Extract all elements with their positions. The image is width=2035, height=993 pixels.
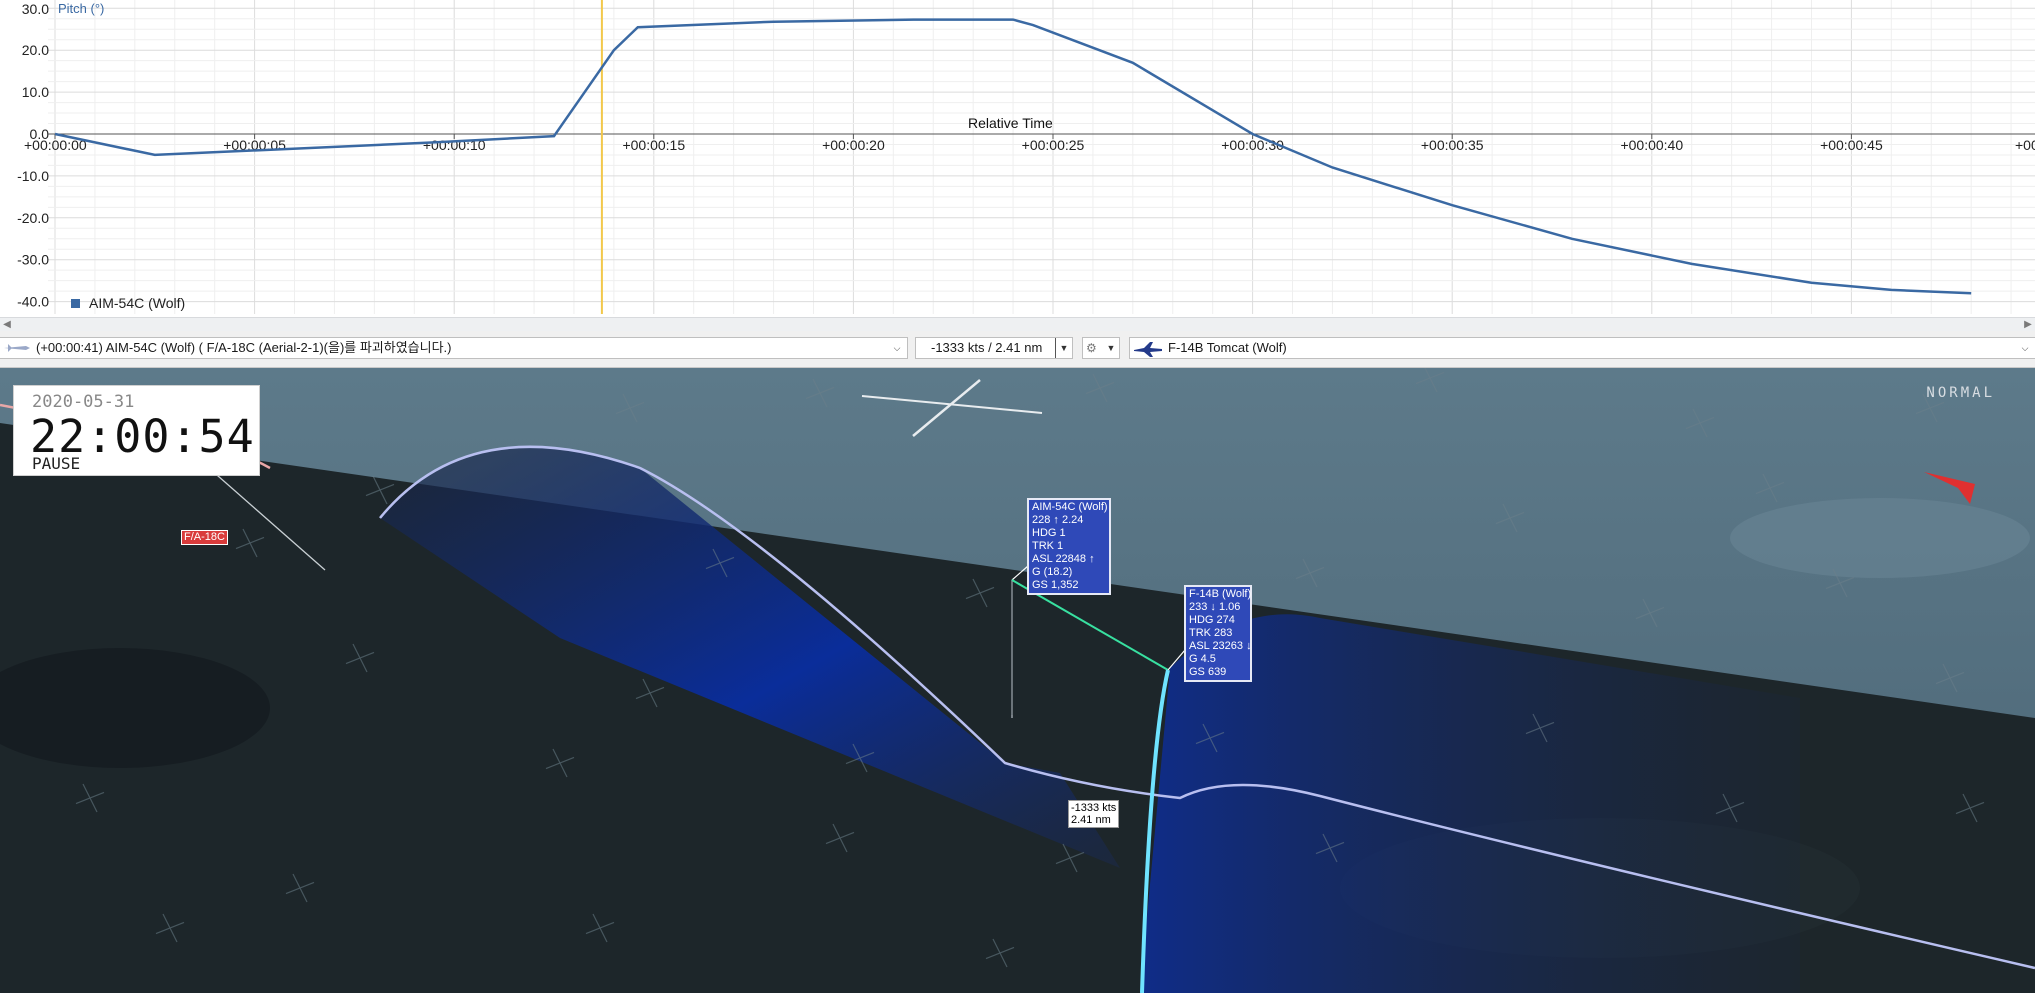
missile-info-line: G (18.2) — [1032, 566, 1073, 578]
y-tick-label: -40.0 — [17, 294, 49, 310]
y-tick-label: -30.0 — [17, 252, 49, 268]
chevron-down-icon[interactable]: ▼ — [1103, 338, 1119, 358]
x-tick-label: +00:00:25 — [1022, 137, 1085, 153]
y-tick-label: -20.0 — [17, 210, 49, 226]
y-tick-label: 20.0 — [22, 42, 49, 58]
range-select-text: -1333 kts / 2.41 nm — [931, 340, 1043, 355]
x-tick-label: +00:00:40 — [1620, 137, 1683, 153]
x-tick-labels: +00:00:00 +00:00:05 +00:00:10 +00:00:15 +00:… — [24, 134, 2035, 153]
missile-info-line: HDG 1 — [1032, 527, 1066, 539]
f14-info-line: HDG 274 — [1189, 614, 1235, 626]
x-tick-label: +00:00:35 — [1421, 137, 1484, 153]
missile-info-box[interactable]: AIM-54C (Wolf) 228 ↑ 2.24 HDG 1 TRK 1 ASL 22… — [1027, 498, 1111, 595]
f14-info-box[interactable]: F-14B (Wolf) 233 ↓ 1.06 HDG 274 TRK 283 ASL … — [1184, 585, 1252, 682]
y-tick-labels: 30.020.010.00.0-10.0-20.0-30.0-40.0 — [17, 1, 49, 310]
pitch-chart[interactable]: 30.020.010.00.0-10.0-20.0-30.0-40.0 +00:… — [0, 0, 2035, 317]
jet-icon — [1134, 342, 1162, 357]
event-select[interactable]: (+00:00:41) AIM-54C (Wolf) ( F/A-18C (Ae… — [0, 337, 908, 359]
f14-info-line: F-14B (Wolf) — [1189, 588, 1252, 600]
camera-mode-label: NORMAL — [1926, 385, 1995, 401]
pitch-chart-panel: 30.0 20.0 10.0 0.0 -10.0 -20.0 -30.0 -40.0 +00:… — [0, 0, 2035, 317]
scroll-right-icon[interactable]: ▶ — [2021, 318, 2035, 332]
x-tick-label: +00:00 — [2015, 137, 2035, 153]
sim-state: PAUSE — [32, 454, 81, 473]
aircraft-select[interactable]: F-14B Tomcat (Wolf) ⌵ — [1129, 337, 2035, 359]
link-icon: ⚙ — [1086, 341, 1097, 355]
x-axis-title: Relative Time — [968, 115, 1053, 131]
range-select[interactable]: -1333 kts / 2.41 nm ▼ — [915, 337, 1073, 359]
chart-grid — [48, 0, 2035, 314]
missile-icon — [4, 344, 30, 352]
missile-info-line: TRK 1 — [1032, 540, 1064, 552]
x-tick-label: +00:00:45 — [1820, 137, 1883, 153]
missile-info-line: AIM-54C (Wolf) — [1032, 501, 1108, 513]
x-tick-label: +00:00:15 — [622, 137, 685, 153]
y-tick-label: 10.0 — [22, 84, 49, 100]
f14-info-line: TRK 283 — [1189, 627, 1233, 639]
chevron-down-icon[interactable]: ⌵ — [2017, 338, 2033, 358]
f14-info-line: 233 ↓ 1.06 — [1189, 601, 1241, 613]
x-tick-label: +00:00:20 — [822, 137, 885, 153]
range-distance: 2.41 nm — [1071, 814, 1111, 826]
missile-info-line: ASL 22848 ↑ — [1032, 553, 1095, 565]
aircraft-select-text: F-14B Tomcat (Wolf) — [1168, 340, 1287, 355]
x-tick-label: +00:00:30 — [1221, 137, 1284, 153]
sim-clock: 2020-05-31 22:00:54 PAUSE — [13, 385, 260, 476]
closure-speed: -1333 kts — [1071, 802, 1117, 814]
missile-info-line: GS 1,352 — [1032, 579, 1079, 591]
missile-info-line: 228 ↑ 2.24 — [1032, 514, 1084, 526]
chart-horizontal-scrollbar[interactable]: ◀ ▶ — [0, 317, 2035, 332]
3d-viewport[interactable]: 2020-05-31 22:00:54 PAUSE NORMAL F/A-18C… — [0, 368, 2035, 993]
event-select-text: (+00:00:41) AIM-54C (Wolf) ( F/A-18C (Ae… — [36, 340, 452, 355]
scene-graphics — [0, 368, 2035, 993]
scroll-left-icon[interactable]: ◀ — [0, 318, 14, 332]
legend-label: AIM-54C (Wolf) — [89, 295, 185, 311]
range-readout: -1333 kts 2.41 nm — [1068, 800, 1120, 828]
terrain-shade — [1730, 498, 2030, 578]
f14-info-line: ASL 23263 ↓ — [1189, 640, 1252, 652]
sim-date: 2020-05-31 — [32, 392, 135, 412]
y-axis-title: Pitch (°) — [58, 1, 104, 16]
y-tick-label: 30.0 — [22, 1, 49, 17]
event-toolbar: (+00:00:41) AIM-54C (Wolf) ( F/A-18C (Ae… — [0, 331, 2035, 368]
link-options-button[interactable]: ⚙ ▼ — [1082, 337, 1120, 359]
chevron-down-icon[interactable]: ⌵ — [889, 338, 905, 358]
y-tick-label: -10.0 — [17, 168, 49, 184]
fa18-unit-label[interactable]: F/A-18C — [181, 530, 228, 545]
chevron-down-icon[interactable]: ▼ — [1055, 338, 1072, 358]
f14-info-line: G 4.5 — [1189, 653, 1216, 665]
legend-swatch — [71, 299, 80, 308]
f14-info-line: GS 639 — [1189, 666, 1227, 678]
